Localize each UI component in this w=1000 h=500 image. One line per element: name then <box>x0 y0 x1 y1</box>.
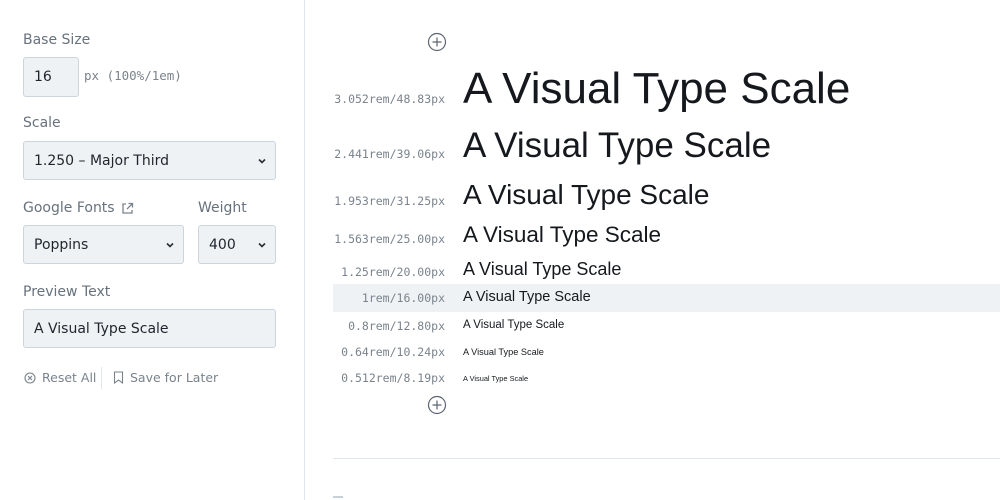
scale-row: 0.64rem/10.24px A Visual Type Scale <box>333 345 1000 363</box>
font-weight-select[interactable]: 400 <box>198 225 276 264</box>
font-family-select-value: Poppins <box>34 236 89 253</box>
settings-sidebar: Base Size 16 px (100%/1em) Scale 1.250 –… <box>0 0 305 500</box>
scale-row-sample: A Visual Type Scale <box>463 126 772 165</box>
google-fonts-label-text: Google Fonts <box>23 200 115 216</box>
scale-row-size: 0.64rem/10.24px <box>341 345 445 359</box>
google-fonts-label[interactable]: Google Fonts <box>23 200 115 216</box>
scale-row: 1.953rem/31.25px A Visual Type Scale <box>333 177 1000 215</box>
scale-row-sample: A Visual Type Scale <box>463 179 710 210</box>
external-link-icon[interactable] <box>120 201 135 216</box>
chevron-down-icon <box>258 158 266 164</box>
reset-all-button[interactable]: Reset All <box>24 370 96 385</box>
scale-row: 2.441rem/39.06px A Visual Type Scale <box>333 124 1000 170</box>
scale-row-sample: A Visual Type Scale <box>463 319 565 331</box>
scale-row: 3.052rem/48.83px A Visual Type Scale <box>333 62 1000 116</box>
font-weight-select-value: 400 <box>209 236 236 253</box>
plus-circle-icon[interactable] <box>427 395 447 415</box>
scale-row: 1.563rem/25.00px A Visual Type Scale <box>333 220 1000 252</box>
preview-text-input[interactable]: A Visual Type Scale <box>23 309 276 348</box>
section-divider <box>333 458 1000 459</box>
scale-row-size: 1.953rem/31.25px <box>334 194 445 208</box>
chevron-down-icon <box>166 242 174 248</box>
scale-row-sample: A Visual Type Scale <box>463 259 622 279</box>
font-family-select[interactable]: Poppins <box>23 225 184 264</box>
reset-all-label: Reset All <box>42 370 97 385</box>
base-size-input[interactable]: 16 <box>23 57 79 97</box>
weight-label: Weight <box>198 200 247 216</box>
scale-row-sample: A Visual Type Scale <box>463 222 662 247</box>
scale-row: 0.512rem/8.19px A Visual Type Scale <box>333 371 1000 389</box>
scale-row-sample: A Visual Type Scale <box>463 374 529 383</box>
scale-row-size: 1rem/16.00px <box>361 291 445 305</box>
scale-select[interactable]: 1.250 – Major Third <box>23 141 276 180</box>
base-size-label: Base Size <box>23 32 91 48</box>
scale-row-size: 0.512rem/8.19px <box>341 371 445 385</box>
scale-row-sample: A Visual Type Scale <box>463 64 851 113</box>
save-for-later-button[interactable]: Save for Later <box>113 370 218 385</box>
plus-circle-icon[interactable] <box>427 32 447 52</box>
scale-row-base: 1rem/16.00px A Visual Type Scale <box>333 284 1000 312</box>
type-scale-preview: 3.052rem/48.83px A Visual Type Scale 2.4… <box>333 0 1000 500</box>
scale-label: Scale <box>23 115 61 131</box>
preview-text-label: Preview Text <box>23 284 111 300</box>
scale-row: 1.25rem/20.00px A Visual Type Scale <box>333 257 1000 283</box>
scale-row-size: 1.563rem/25.00px <box>334 232 445 246</box>
chevron-down-icon <box>258 242 266 248</box>
scale-row-sample: A Visual Type Scale <box>463 289 591 305</box>
next-section-peek <box>333 496 343 498</box>
base-size-hint: px (100%/1em) <box>84 68 182 83</box>
x-circle-icon <box>24 371 36 384</box>
scale-select-value: 1.250 – Major Third <box>34 152 170 169</box>
scale-row-size: 0.8rem/12.80px <box>348 319 445 333</box>
bookmark-icon <box>113 371 124 384</box>
scale-row-size: 2.441rem/39.06px <box>334 147 445 161</box>
scale-row: 0.8rem/12.80px A Visual Type Scale <box>333 317 1000 337</box>
scale-row-size: 3.052rem/48.83px <box>334 92 445 106</box>
action-divider <box>101 367 102 389</box>
scale-row-sample: A Visual Type Scale <box>463 347 544 357</box>
scale-row-size: 1.25rem/20.00px <box>341 265 445 279</box>
save-for-later-label: Save for Later <box>130 370 219 385</box>
